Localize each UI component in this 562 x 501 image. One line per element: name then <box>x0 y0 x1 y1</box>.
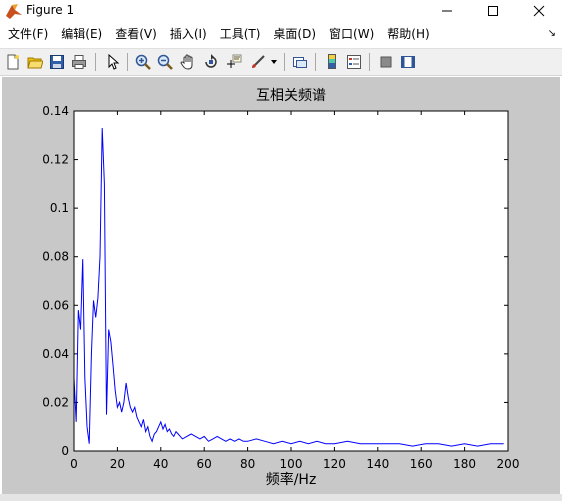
axes-area[interactable] <box>74 111 508 451</box>
x-tick-label: 60 <box>197 457 212 471</box>
x-tick-label: 200 <box>497 457 520 471</box>
plot-title: 互相关频谱 <box>256 88 326 104</box>
y-tick-label: 0.02 <box>42 395 69 409</box>
y-tick-label: 0 <box>61 444 69 458</box>
plot-svg: 0 20 40 60 80 100 120 140 160 180 200 0 0.02 0.04 0.06… <box>42 88 520 488</box>
x-axis-label: 频率/Hz <box>266 471 317 488</box>
y-tick-label: 0.14 <box>42 104 69 118</box>
x-tick-label: 120 <box>323 457 346 471</box>
y-tick-label: 0.1 <box>50 201 69 215</box>
x-tick-label: 40 <box>153 457 168 471</box>
y-tick-label: 0.12 <box>42 153 69 167</box>
y-tick-label: 0.04 <box>42 347 69 361</box>
x-tick-label: 80 <box>240 457 255 471</box>
x-tick-label: 0 <box>70 457 78 471</box>
x-tick-label: 140 <box>366 457 389 471</box>
x-tick-label: 160 <box>410 457 433 471</box>
bottom-edge <box>0 494 562 501</box>
y-tick-label: 0.06 <box>42 298 69 312</box>
x-tick-label: 100 <box>280 457 303 471</box>
x-tick-label: 180 <box>453 457 476 471</box>
x-tick-label: 20 <box>110 457 125 471</box>
y-tick-label: 0.08 <box>42 250 69 264</box>
